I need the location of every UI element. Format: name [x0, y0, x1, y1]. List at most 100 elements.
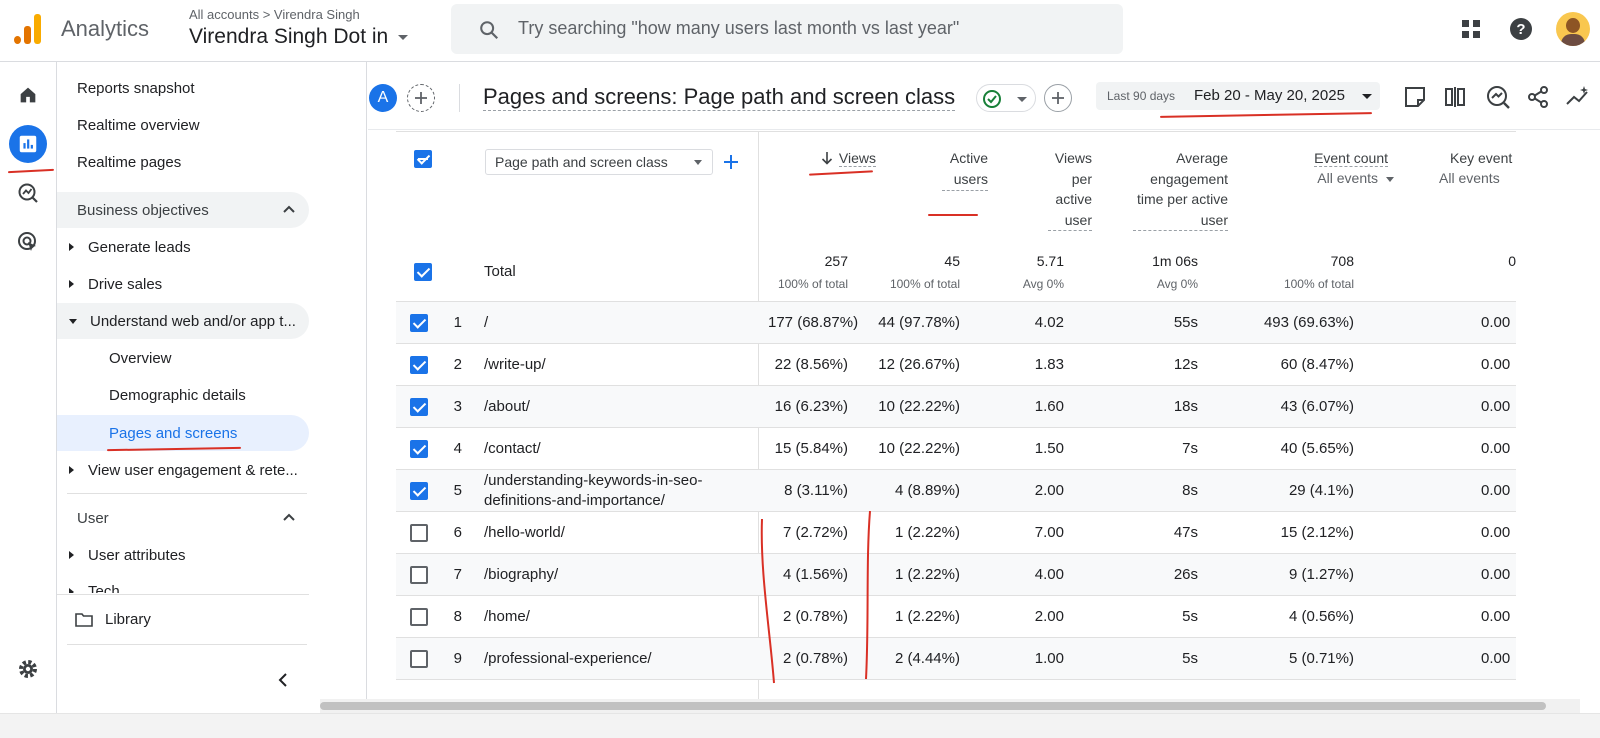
nav-divider [67, 493, 307, 494]
account-breadcrumb[interactable]: All accounts > Virendra Singh [189, 7, 360, 22]
table-row-divider [396, 679, 1516, 699]
table-row[interactable]: 4/contact/15 (5.84%) 10 (22.22%) 1.50 7s 40 … [396, 427, 1516, 469]
table-row[interactable]: 8/home/2 (0.78%) 1 (2.22%) 2.00 5s 4 (0.56%)… [396, 595, 1516, 637]
column-label: Views per active user [1048, 148, 1092, 231]
row-checkbox[interactable] [410, 398, 428, 416]
row-page-path[interactable]: /home/ [484, 596, 530, 638]
row-event-count: 60 (8.47%) [1280, 356, 1354, 373]
row-page-path[interactable]: /contact/ [484, 428, 541, 470]
table-row[interactable]: 3/about/16 (6.23%) 10 (22.22%) 1.60 18s 43 (… [396, 385, 1516, 427]
row-page-path[interactable]: /write-up/ [484, 344, 546, 386]
row-checkbox[interactable] [410, 650, 428, 668]
row-checkbox[interactable] [410, 566, 428, 584]
nav-item-understand-web-app[interactable]: Understand web and/or app t... [57, 303, 309, 339]
search-bar[interactable]: Try searching "how many users last month… [451, 4, 1123, 54]
toolbar-divider [459, 84, 460, 112]
row-page-path[interactable]: / [484, 302, 488, 344]
nav-item-generate-leads[interactable]: Generate leads [57, 229, 315, 265]
table-row[interactable]: 1 / 177 (68.87%) 44 (97.78%) 4.02 55s 493 (69.… [396, 301, 1516, 343]
nav-item-user-engagement[interactable]: View user engagement & rete... [57, 452, 315, 488]
table-row[interactable]: 2/write-up/22 (8.56%) 12 (26.67%) 1.83 12s 6… [396, 343, 1516, 385]
row-checkbox[interactable] [410, 524, 428, 542]
search-input[interactable]: Try searching "how many users last month… [518, 18, 959, 39]
report-status-chip[interactable] [976, 84, 1036, 112]
nav-item-demographic-details[interactable]: Demographic details [57, 377, 315, 413]
table-row[interactable]: 9/professional-experience/2 (0.78%) 2 (4.… [396, 637, 1516, 679]
nav-item-reports-snapshot[interactable]: Reports snapshot [57, 70, 315, 106]
nav-divider [67, 644, 307, 645]
total-aet-sub: Avg 0% [1156, 277, 1198, 291]
comparison-avatar[interactable]: A [369, 84, 397, 112]
annotation-underline [7, 168, 55, 174]
column-header-event-count[interactable]: Event count All events [1238, 148, 1394, 188]
section-user[interactable]: User [57, 500, 309, 536]
add-comparison-button[interactable] [407, 84, 435, 112]
total-checkbox[interactable] [414, 263, 432, 281]
table-row[interactable]: 5/understanding-keywords-in-seo-definiti… [396, 469, 1516, 511]
apps-grid-icon[interactable] [1456, 14, 1486, 44]
nav-item-drive-sales[interactable]: Drive sales [57, 266, 315, 302]
nav-item-label: Understand web and/or app t... [90, 312, 296, 330]
nav-item-library[interactable]: Library [57, 601, 315, 637]
total-events: 708 [1330, 253, 1354, 269]
nav-item-overview[interactable]: Overview [57, 340, 315, 376]
column-header-active-users[interactable]: Active users [908, 148, 988, 191]
table-row[interactable]: 7/biography/4 (1.56%) 1 (2.22%) 4.00 26s 9 (… [396, 553, 1516, 595]
horizontal-scrollbar[interactable] [320, 699, 1580, 713]
share-icon[interactable] [1525, 84, 1551, 110]
dimension-selector[interactable]: Page path and screen class [485, 149, 713, 175]
row-page-path[interactable]: /understanding-keywords-in-seo-definitio… [484, 470, 702, 511]
row-checkbox[interactable] [410, 314, 428, 332]
column-header-key-events[interactable]: Key event All events [1408, 148, 1516, 192]
analytics-logo-icon[interactable] [14, 14, 42, 44]
user-avatar[interactable] [1556, 12, 1590, 46]
scrollbar-thumb[interactable] [320, 702, 1546, 710]
add-dimension-icon[interactable] [720, 151, 742, 173]
home-button[interactable] [9, 76, 47, 114]
row-checkbox[interactable] [410, 608, 428, 626]
row-checkbox[interactable] [410, 440, 428, 458]
row-checkbox[interactable] [410, 482, 428, 500]
row-views-per-user: 2.00 [1034, 608, 1064, 625]
insights-note-icon[interactable] [1402, 84, 1428, 110]
insights-sparkle-icon[interactable] [1565, 84, 1591, 110]
admin-button[interactable] [9, 650, 47, 688]
nav-item-tech[interactable]: Tech [57, 579, 315, 593]
compare-columns-icon[interactable] [1442, 84, 1468, 110]
row-views-per-user: 2.00 [1034, 482, 1064, 499]
total-views-sub: 100% of total [777, 277, 848, 291]
row-number: 7 [453, 566, 462, 583]
add-filter-button[interactable] [1044, 84, 1072, 112]
explore-report-icon[interactable] [1485, 84, 1511, 110]
nav-divider [57, 594, 309, 595]
property-selector[interactable]: Virendra Singh Dot in [189, 25, 409, 49]
section-business-objectives[interactable]: Business objectives [57, 192, 309, 228]
column-header-views-per-active-user[interactable]: Views per active user [1018, 148, 1092, 231]
row-checkbox[interactable] [410, 356, 428, 374]
chevron-up-icon [283, 205, 295, 213]
chevron-down-icon [694, 160, 702, 165]
total-aet: 1m 06s [1152, 253, 1198, 269]
date-range-picker[interactable]: Last 90 days Feb 20 - May 20, 2025 [1096, 82, 1380, 110]
column-header-average-engagement-time[interactable]: Average engagement time per active user [1108, 148, 1228, 231]
explore-button[interactable] [9, 174, 47, 212]
nav-item-realtime-pages[interactable]: Realtime pages [57, 144, 315, 180]
reports-button[interactable] [9, 125, 47, 163]
row-page-path[interactable]: /hello-world/ [484, 512, 565, 554]
row-page-path[interactable]: /professional-experience/ [484, 638, 652, 680]
folder-icon [75, 613, 93, 627]
nav-item-realtime-overview[interactable]: Realtime overview [57, 107, 315, 143]
row-page-path[interactable]: /about/ [484, 386, 530, 428]
column-header-views[interactable]: Views [778, 148, 876, 168]
nav-item-user-attributes[interactable]: User attributes [57, 537, 315, 573]
nav-item-pages-and-screens[interactable]: Pages and screens [57, 415, 309, 451]
nav-item-label: Pages and screens [109, 424, 238, 442]
help-icon[interactable]: ? [1506, 14, 1536, 44]
page-title: Pages and screens: Page path and screen … [483, 84, 956, 111]
table-row[interactable]: 6/hello-world/7 (2.72%) 1 (2.22%) 7.00 47s 1… [396, 511, 1516, 553]
row-engagement-time: 26s [1173, 566, 1198, 583]
advertising-button[interactable] [9, 223, 47, 261]
row-page-path[interactable]: /biography/ [484, 554, 558, 596]
collapse-nav-icon[interactable] [275, 672, 291, 688]
event-filter-dropdown[interactable]: All events [1317, 170, 1394, 186]
